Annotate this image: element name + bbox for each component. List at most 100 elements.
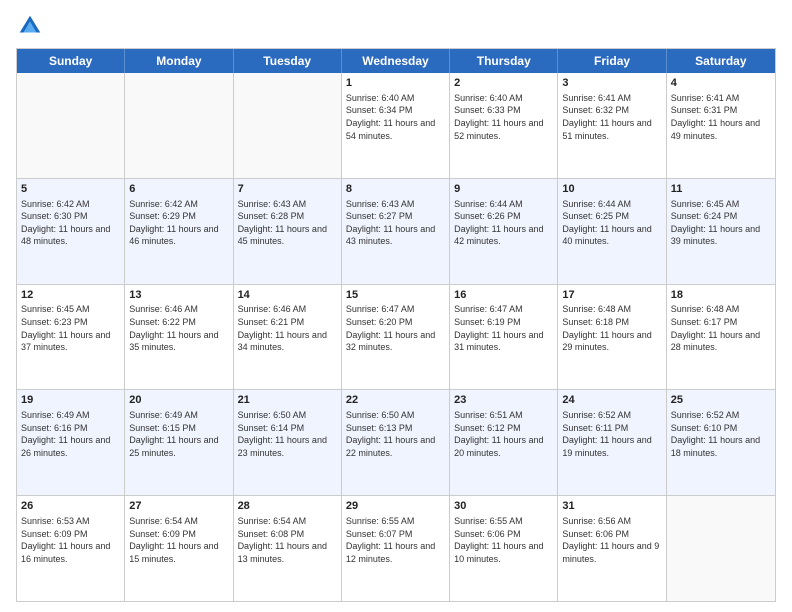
day-number: 14 bbox=[238, 288, 337, 303]
calendar-day-17: 17Sunrise: 6:48 AM Sunset: 6:18 PM Dayli… bbox=[558, 285, 666, 390]
day-number: 26 bbox=[21, 499, 120, 514]
cell-info: Sunrise: 6:46 AM Sunset: 6:21 PM Dayligh… bbox=[238, 303, 337, 353]
calendar-empty-cell bbox=[234, 73, 342, 178]
day-number: 7 bbox=[238, 182, 337, 197]
day-number: 30 bbox=[454, 499, 553, 514]
cell-info: Sunrise: 6:51 AM Sunset: 6:12 PM Dayligh… bbox=[454, 409, 553, 459]
day-number: 1 bbox=[346, 76, 445, 91]
calendar-day-27: 27Sunrise: 6:54 AM Sunset: 6:09 PM Dayli… bbox=[125, 496, 233, 601]
day-number: 29 bbox=[346, 499, 445, 514]
calendar-day-4: 4Sunrise: 6:41 AM Sunset: 6:31 PM Daylig… bbox=[667, 73, 775, 178]
calendar-day-3: 3Sunrise: 6:41 AM Sunset: 6:32 PM Daylig… bbox=[558, 73, 666, 178]
cell-info: Sunrise: 6:49 AM Sunset: 6:15 PM Dayligh… bbox=[129, 409, 228, 459]
cell-info: Sunrise: 6:54 AM Sunset: 6:08 PM Dayligh… bbox=[238, 515, 337, 565]
header-cell-sunday: Sunday bbox=[17, 49, 125, 73]
cell-info: Sunrise: 6:41 AM Sunset: 6:31 PM Dayligh… bbox=[671, 92, 771, 142]
header-cell-tuesday: Tuesday bbox=[234, 49, 342, 73]
calendar-day-7: 7Sunrise: 6:43 AM Sunset: 6:28 PM Daylig… bbox=[234, 179, 342, 284]
calendar-day-2: 2Sunrise: 6:40 AM Sunset: 6:33 PM Daylig… bbox=[450, 73, 558, 178]
cell-info: Sunrise: 6:45 AM Sunset: 6:23 PM Dayligh… bbox=[21, 303, 120, 353]
header bbox=[16, 12, 776, 40]
day-number: 17 bbox=[562, 288, 661, 303]
cell-info: Sunrise: 6:43 AM Sunset: 6:28 PM Dayligh… bbox=[238, 198, 337, 248]
day-number: 9 bbox=[454, 182, 553, 197]
cell-info: Sunrise: 6:50 AM Sunset: 6:14 PM Dayligh… bbox=[238, 409, 337, 459]
day-number: 18 bbox=[671, 288, 771, 303]
cell-info: Sunrise: 6:47 AM Sunset: 6:19 PM Dayligh… bbox=[454, 303, 553, 353]
day-number: 13 bbox=[129, 288, 228, 303]
calendar: SundayMondayTuesdayWednesdayThursdayFrid… bbox=[16, 48, 776, 602]
cell-info: Sunrise: 6:48 AM Sunset: 6:18 PM Dayligh… bbox=[562, 303, 661, 353]
day-number: 20 bbox=[129, 393, 228, 408]
cell-info: Sunrise: 6:55 AM Sunset: 6:07 PM Dayligh… bbox=[346, 515, 445, 565]
calendar-empty-cell bbox=[17, 73, 125, 178]
cell-info: Sunrise: 6:45 AM Sunset: 6:24 PM Dayligh… bbox=[671, 198, 771, 248]
cell-info: Sunrise: 6:43 AM Sunset: 6:27 PM Dayligh… bbox=[346, 198, 445, 248]
header-cell-thursday: Thursday bbox=[450, 49, 558, 73]
day-number: 4 bbox=[671, 76, 771, 91]
day-number: 24 bbox=[562, 393, 661, 408]
calendar-day-25: 25Sunrise: 6:52 AM Sunset: 6:10 PM Dayli… bbox=[667, 390, 775, 495]
calendar-day-19: 19Sunrise: 6:49 AM Sunset: 6:16 PM Dayli… bbox=[17, 390, 125, 495]
calendar-day-31: 31Sunrise: 6:56 AM Sunset: 6:06 PM Dayli… bbox=[558, 496, 666, 601]
calendar-week-5: 26Sunrise: 6:53 AM Sunset: 6:09 PM Dayli… bbox=[17, 496, 775, 601]
day-number: 28 bbox=[238, 499, 337, 514]
day-number: 27 bbox=[129, 499, 228, 514]
header-cell-saturday: Saturday bbox=[667, 49, 775, 73]
calendar-week-3: 12Sunrise: 6:45 AM Sunset: 6:23 PM Dayli… bbox=[17, 285, 775, 391]
cell-info: Sunrise: 6:50 AM Sunset: 6:13 PM Dayligh… bbox=[346, 409, 445, 459]
header-cell-wednesday: Wednesday bbox=[342, 49, 450, 73]
day-number: 22 bbox=[346, 393, 445, 408]
calendar-week-1: 1Sunrise: 6:40 AM Sunset: 6:34 PM Daylig… bbox=[17, 73, 775, 179]
header-cell-monday: Monday bbox=[125, 49, 233, 73]
header-cell-friday: Friday bbox=[558, 49, 666, 73]
cell-info: Sunrise: 6:44 AM Sunset: 6:26 PM Dayligh… bbox=[454, 198, 553, 248]
day-number: 23 bbox=[454, 393, 553, 408]
calendar-day-23: 23Sunrise: 6:51 AM Sunset: 6:12 PM Dayli… bbox=[450, 390, 558, 495]
calendar-day-21: 21Sunrise: 6:50 AM Sunset: 6:14 PM Dayli… bbox=[234, 390, 342, 495]
day-number: 21 bbox=[238, 393, 337, 408]
calendar-day-15: 15Sunrise: 6:47 AM Sunset: 6:20 PM Dayli… bbox=[342, 285, 450, 390]
calendar-day-26: 26Sunrise: 6:53 AM Sunset: 6:09 PM Dayli… bbox=[17, 496, 125, 601]
cell-info: Sunrise: 6:40 AM Sunset: 6:33 PM Dayligh… bbox=[454, 92, 553, 142]
cell-info: Sunrise: 6:46 AM Sunset: 6:22 PM Dayligh… bbox=[129, 303, 228, 353]
cell-info: Sunrise: 6:54 AM Sunset: 6:09 PM Dayligh… bbox=[129, 515, 228, 565]
day-number: 11 bbox=[671, 182, 771, 197]
day-number: 12 bbox=[21, 288, 120, 303]
day-number: 16 bbox=[454, 288, 553, 303]
calendar-day-11: 11Sunrise: 6:45 AM Sunset: 6:24 PM Dayli… bbox=[667, 179, 775, 284]
calendar-day-13: 13Sunrise: 6:46 AM Sunset: 6:22 PM Dayli… bbox=[125, 285, 233, 390]
calendar-empty-cell bbox=[125, 73, 233, 178]
calendar-day-20: 20Sunrise: 6:49 AM Sunset: 6:15 PM Dayli… bbox=[125, 390, 233, 495]
calendar-day-18: 18Sunrise: 6:48 AM Sunset: 6:17 PM Dayli… bbox=[667, 285, 775, 390]
calendar-day-5: 5Sunrise: 6:42 AM Sunset: 6:30 PM Daylig… bbox=[17, 179, 125, 284]
day-number: 15 bbox=[346, 288, 445, 303]
cell-info: Sunrise: 6:56 AM Sunset: 6:06 PM Dayligh… bbox=[562, 515, 661, 565]
calendar-day-9: 9Sunrise: 6:44 AM Sunset: 6:26 PM Daylig… bbox=[450, 179, 558, 284]
cell-info: Sunrise: 6:42 AM Sunset: 6:30 PM Dayligh… bbox=[21, 198, 120, 248]
day-number: 25 bbox=[671, 393, 771, 408]
calendar-day-8: 8Sunrise: 6:43 AM Sunset: 6:27 PM Daylig… bbox=[342, 179, 450, 284]
calendar-day-12: 12Sunrise: 6:45 AM Sunset: 6:23 PM Dayli… bbox=[17, 285, 125, 390]
logo-icon bbox=[16, 12, 44, 40]
day-number: 5 bbox=[21, 182, 120, 197]
cell-info: Sunrise: 6:49 AM Sunset: 6:16 PM Dayligh… bbox=[21, 409, 120, 459]
calendar-day-30: 30Sunrise: 6:55 AM Sunset: 6:06 PM Dayli… bbox=[450, 496, 558, 601]
calendar-day-28: 28Sunrise: 6:54 AM Sunset: 6:08 PM Dayli… bbox=[234, 496, 342, 601]
calendar-day-29: 29Sunrise: 6:55 AM Sunset: 6:07 PM Dayli… bbox=[342, 496, 450, 601]
calendar-day-10: 10Sunrise: 6:44 AM Sunset: 6:25 PM Dayli… bbox=[558, 179, 666, 284]
page: SundayMondayTuesdayWednesdayThursdayFrid… bbox=[0, 0, 792, 612]
day-number: 8 bbox=[346, 182, 445, 197]
calendar-day-6: 6Sunrise: 6:42 AM Sunset: 6:29 PM Daylig… bbox=[125, 179, 233, 284]
day-number: 3 bbox=[562, 76, 661, 91]
calendar-day-24: 24Sunrise: 6:52 AM Sunset: 6:11 PM Dayli… bbox=[558, 390, 666, 495]
cell-info: Sunrise: 6:40 AM Sunset: 6:34 PM Dayligh… bbox=[346, 92, 445, 142]
day-number: 31 bbox=[562, 499, 661, 514]
cell-info: Sunrise: 6:44 AM Sunset: 6:25 PM Dayligh… bbox=[562, 198, 661, 248]
cell-info: Sunrise: 6:53 AM Sunset: 6:09 PM Dayligh… bbox=[21, 515, 120, 565]
cell-info: Sunrise: 6:42 AM Sunset: 6:29 PM Dayligh… bbox=[129, 198, 228, 248]
logo bbox=[16, 12, 48, 40]
cell-info: Sunrise: 6:47 AM Sunset: 6:20 PM Dayligh… bbox=[346, 303, 445, 353]
cell-info: Sunrise: 6:52 AM Sunset: 6:10 PM Dayligh… bbox=[671, 409, 771, 459]
cell-info: Sunrise: 6:48 AM Sunset: 6:17 PM Dayligh… bbox=[671, 303, 771, 353]
